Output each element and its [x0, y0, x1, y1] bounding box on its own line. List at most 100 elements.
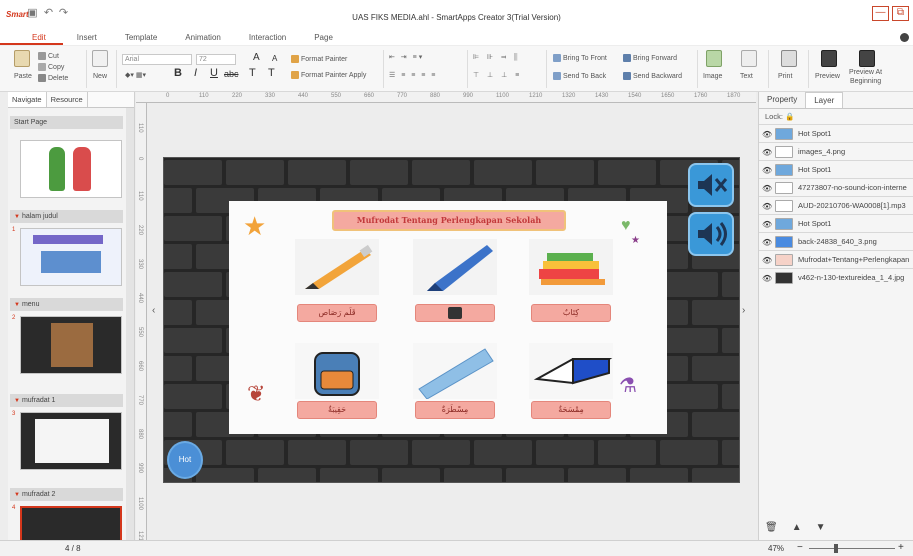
- italic-button[interactable]: I: [194, 68, 197, 79]
- layer-row[interactable]: 👁 Hot Spot1: [759, 160, 913, 178]
- minimize-button[interactable]: —: [872, 6, 889, 21]
- tab-template[interactable]: Template: [111, 31, 171, 45]
- item-label[interactable]: مِسْطَرَةٌ: [415, 401, 495, 419]
- delete-button[interactable]: Delete: [38, 74, 68, 83]
- start-page-header[interactable]: Start Page: [10, 116, 123, 129]
- visibility-eye-icon[interactable]: 👁: [762, 252, 772, 268]
- font-name-select[interactable]: Arial: [122, 54, 192, 65]
- restore-button[interactable]: ⧉: [892, 6, 909, 21]
- visibility-eye-icon[interactable]: 👁: [762, 270, 772, 286]
- tab-resource[interactable]: Resource: [47, 92, 88, 107]
- preview-beginning-icon[interactable]: [859, 50, 875, 67]
- visibility-eye-icon[interactable]: 👁: [762, 234, 772, 250]
- preview-icon[interactable]: [821, 50, 837, 67]
- sound-hotspot-icon[interactable]: [448, 307, 462, 319]
- item-label[interactable]: [415, 304, 495, 322]
- section-header[interactable]: ▼ menu: [10, 298, 123, 311]
- new-page-icon[interactable]: [92, 50, 108, 67]
- format-painter-apply-button[interactable]: Format Painter Apply: [291, 71, 366, 80]
- section-header[interactable]: ▼ mufradat 1: [10, 394, 123, 407]
- item-label[interactable]: حَقِيبَةٌ: [297, 401, 377, 419]
- item-label[interactable]: قَلَم رَصَاص: [297, 304, 377, 322]
- pen-item[interactable]: [413, 239, 497, 309]
- tab-layer[interactable]: Layer: [805, 92, 844, 108]
- visibility-eye-icon[interactable]: 👁: [762, 162, 772, 178]
- bring-to-front-button[interactable]: Bring To Front: [553, 54, 607, 63]
- page-canvas[interactable]: ★ ♥ ★ Mufrodat Tentang Perlengkapan Seko…: [163, 157, 740, 483]
- indent-buttons[interactable]: ⇤ ⇥ ≡▾: [389, 53, 424, 62]
- start-page-thumbnail[interactable]: [20, 140, 122, 198]
- text-effect-button[interactable]: T: [268, 68, 275, 79]
- fill-color-button[interactable]: ◆▾ ▦▾: [125, 71, 146, 80]
- preview-button[interactable]: Preview: [815, 72, 840, 81]
- format-painter-button[interactable]: Format Painter: [291, 55, 347, 64]
- visibility-eye-icon[interactable]: 👁: [762, 198, 772, 214]
- grow-font-button[interactable]: A: [253, 53, 260, 63]
- next-page-arrow[interactable]: ›: [742, 305, 745, 316]
- zoom-out-button[interactable]: −: [797, 542, 803, 553]
- layer-row[interactable]: 👁 Hot Spot1: [759, 214, 913, 232]
- bring-forward-button[interactable]: Bring Forward: [623, 54, 677, 63]
- visibility-eye-icon[interactable]: 👁: [762, 216, 772, 232]
- tab-insert[interactable]: Insert: [63, 31, 111, 45]
- layer-row[interactable]: 👁 47273807-no-sound-icon-interne: [759, 178, 913, 196]
- text-color-button[interactable]: T: [249, 68, 256, 79]
- visibility-eye-icon[interactable]: 👁: [762, 126, 772, 142]
- strikethrough-button[interactable]: abc: [224, 70, 239, 79]
- paste-icon[interactable]: [14, 50, 30, 67]
- item-label[interactable]: كِتَابٌ: [531, 304, 611, 322]
- cut-button[interactable]: Cut: [38, 52, 59, 61]
- send-backward-button[interactable]: Send Backward: [623, 72, 682, 81]
- section-header[interactable]: ▼ halam judul: [10, 210, 123, 223]
- layer-row[interactable]: 👁 Mufrodat+Tentang+Perlengkapan: [759, 250, 913, 268]
- layer-row[interactable]: 👁 AUD-20210706-WA0008[1].mp3: [759, 196, 913, 214]
- hot-button[interactable]: Hot: [167, 441, 203, 479]
- zoom-slider-thumb[interactable]: [834, 544, 839, 553]
- sound-on-button[interactable]: [688, 212, 734, 256]
- zoom-in-button[interactable]: +: [898, 542, 904, 553]
- tab-interaction[interactable]: Interaction: [235, 31, 300, 45]
- layer-row[interactable]: 👁 back-24838_640_3.png: [759, 232, 913, 250]
- sound-off-button[interactable]: [688, 163, 734, 207]
- lock-icon[interactable]: 🔒: [785, 112, 794, 121]
- help-icon[interactable]: [900, 33, 909, 42]
- object-align-buttons[interactable]: ⊫ ⊪ ⫤ ⫼: [473, 53, 521, 62]
- page-list-scrollbar[interactable]: [126, 108, 134, 540]
- move-layer-up-icon[interactable]: ▲: [792, 522, 802, 533]
- move-layer-down-icon[interactable]: ▼: [816, 522, 826, 533]
- tab-page[interactable]: Page: [300, 31, 347, 45]
- page-thumbnail[interactable]: [20, 412, 122, 470]
- bold-button[interactable]: B: [174, 68, 182, 79]
- previous-page-arrow[interactable]: ‹: [152, 305, 155, 316]
- preview-at-beginning-button[interactable]: Preview At Beginning: [849, 68, 882, 86]
- paste-button[interactable]: Paste: [14, 72, 32, 81]
- image-button[interactable]: Image: [703, 72, 722, 81]
- visibility-eye-icon[interactable]: 👁: [762, 180, 772, 196]
- font-size-select[interactable]: 72: [196, 54, 236, 65]
- copy-button[interactable]: Copy: [38, 63, 64, 72]
- tab-property[interactable]: Property: [759, 92, 805, 108]
- item-label[interactable]: مِمْسَحَةٌ: [531, 401, 611, 419]
- send-to-back-button[interactable]: Send To Back: [553, 72, 606, 81]
- text-box-icon[interactable]: [741, 50, 757, 67]
- pencil-item[interactable]: [295, 239, 379, 309]
- shrink-font-button[interactable]: A: [272, 54, 277, 63]
- tab-edit[interactable]: Edit: [0, 31, 63, 45]
- content-board[interactable]: ★ ♥ ★ Mufrodat Tentang Perlengkapan Seko…: [229, 201, 667, 434]
- section-header[interactable]: ▼ mufradat 2: [10, 488, 123, 501]
- align-buttons[interactable]: ☰ ≡ ≡ ≡ ≡: [389, 71, 437, 80]
- page-thumbnail[interactable]: [20, 316, 122, 374]
- layer-row[interactable]: 👁 Hot Spot1: [759, 124, 913, 142]
- print-button[interactable]: Print: [778, 72, 792, 81]
- tab-navigate[interactable]: Navigate: [8, 92, 47, 107]
- image-icon[interactable]: [706, 50, 722, 67]
- text-button[interactable]: Text: [740, 72, 753, 81]
- underline-button[interactable]: U: [210, 68, 218, 79]
- page-thumbnail[interactable]: [20, 506, 122, 540]
- books-item[interactable]: [529, 239, 613, 309]
- tab-animation[interactable]: Animation: [171, 31, 235, 45]
- object-distribute-buttons[interactable]: ⊤ ⊥ ⊥ ≡: [473, 71, 522, 80]
- zoom-slider-track[interactable]: [809, 548, 895, 549]
- layer-row[interactable]: 👁 images_4.png: [759, 142, 913, 160]
- page-thumbnail[interactable]: [20, 228, 122, 286]
